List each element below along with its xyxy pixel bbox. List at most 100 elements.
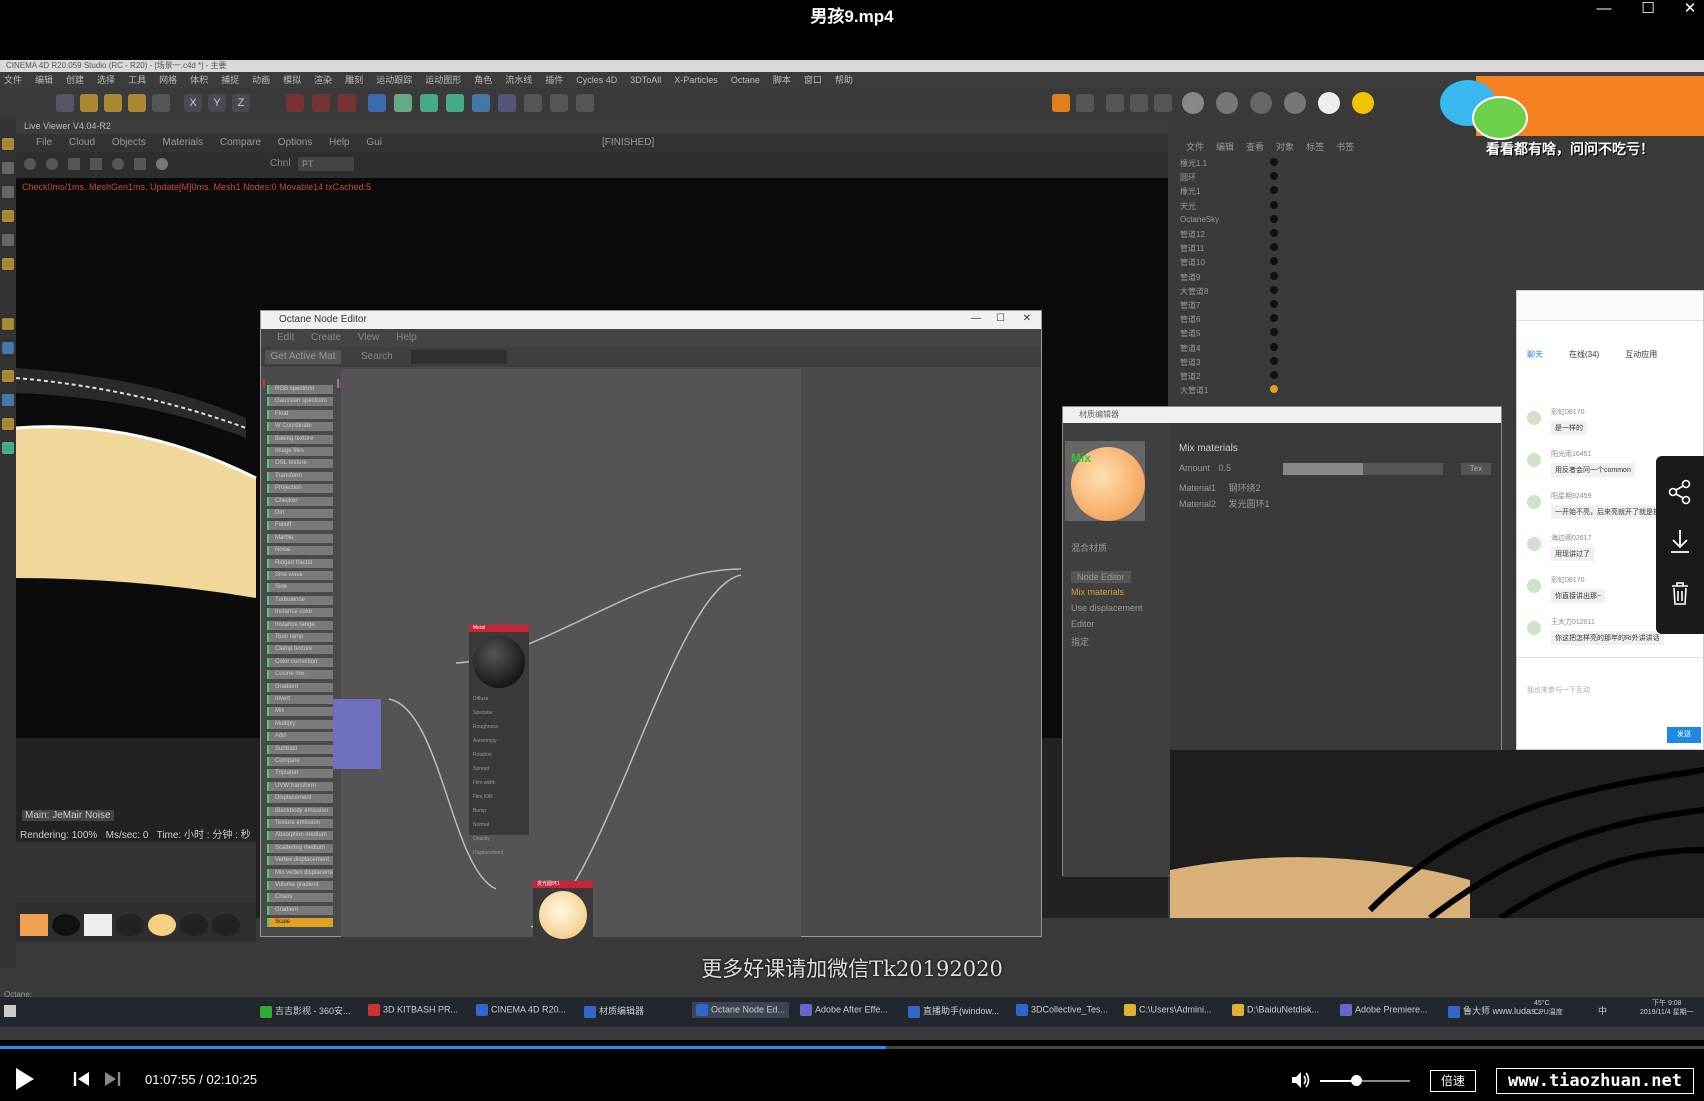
object-row[interactable]: 管道5 — [1180, 328, 1200, 339]
node-canvas[interactable]: Metal Diffuse Specular Roughness Anisotropy… — [333, 369, 801, 941]
taskbar-item[interactable]: 3DCollective_Tes... — [1016, 1004, 1108, 1016]
node-list-item[interactable]: Color correction — [267, 657, 333, 667]
emission-node[interactable]: 发光圆环1 — [533, 881, 593, 941]
texture-node[interactable] — [333, 699, 381, 769]
metal-node[interactable]: Metal Diffuse Specular Roughness Anisotropy… — [469, 625, 529, 856]
timeline[interactable] — [16, 842, 256, 902]
tool-icon[interactable] — [2, 418, 14, 430]
c4d-menu-item[interactable]: 创建 — [66, 75, 84, 85]
c4d-menu-item[interactable]: 动画 — [252, 75, 270, 85]
node-list-item[interactable]: Scattering medium — [267, 843, 333, 853]
target-icon[interactable] — [1318, 92, 1340, 114]
c4d-menu-item[interactable]: 编辑 — [35, 75, 53, 85]
material-tray[interactable] — [16, 902, 256, 942]
node-port[interactable]: Opacity — [469, 832, 529, 846]
node-list-item[interactable]: Texture emission — [267, 819, 333, 828]
ne-menu-edit[interactable]: Edit — [277, 332, 294, 343]
node-list-item[interactable]: Chaos — [267, 893, 333, 903]
node-list-item[interactable]: Turbulence — [267, 595, 333, 605]
taskbar-item[interactable]: 3D KITBASH PR... — [368, 1004, 458, 1016]
node-list-item[interactable]: Triplanar — [267, 769, 333, 779]
video-frame[interactable]: CINEMA 4D R20.059 Studio (RC - R20) - [场… — [0, 60, 1704, 1040]
x-axis-icon[interactable]: X — [184, 94, 202, 112]
mat-swatch[interactable] — [84, 914, 112, 936]
node-port[interactable]: Spread — [469, 762, 529, 776]
object-row[interactable]: 管道4 — [1180, 343, 1200, 354]
object-row[interactable]: OctaneSky — [1180, 215, 1219, 224]
octane-tex-icon[interactable] — [1106, 94, 1124, 112]
om-menu-item[interactable]: 查看 — [1246, 142, 1264, 152]
sphere-preview-icon[interactable] — [156, 158, 168, 170]
volume-knob[interactable] — [1351, 1075, 1362, 1086]
channel-select[interactable]: PT — [298, 157, 354, 171]
node-list-item[interactable]: Absorption medium — [267, 831, 333, 841]
node-port[interactable]: Roughness — [469, 720, 529, 734]
c4d-menu-item[interactable]: 渲染 — [314, 75, 332, 85]
tool-icon[interactable] — [2, 234, 14, 246]
snap-icon[interactable] — [2, 342, 14, 354]
c4d-menu-item[interactable]: 运动跟踪 — [376, 75, 412, 85]
light-icon[interactable] — [550, 94, 568, 112]
ime-indicator[interactable]: 中 — [1598, 1004, 1607, 1017]
node-port[interactable]: Anisotropy — [469, 734, 529, 748]
ne-close-button[interactable]: ✕ — [1023, 313, 1031, 324]
tool-icon[interactable] — [2, 162, 14, 174]
c4d-menu-item[interactable]: 角色 — [474, 75, 492, 85]
tool-icon[interactable] — [2, 442, 14, 454]
node-list-item[interactable]: Instance color — [267, 608, 333, 618]
tex-button[interactable]: Tex — [1461, 463, 1491, 475]
node-list-item[interactable]: Projection — [267, 484, 333, 494]
object-row[interactable]: 管道10 — [1180, 257, 1205, 268]
object-row[interactable]: 管道9 — [1180, 272, 1200, 283]
lv-menu-options[interactable]: Options — [278, 137, 312, 148]
volume-slider[interactable] — [1320, 1075, 1410, 1086]
object-row[interactable]: 管道6 — [1180, 314, 1200, 325]
chat-tab[interactable]: 互动应用 — [1625, 350, 1657, 359]
send-scene-icon[interactable] — [24, 158, 36, 170]
sphere3-icon[interactable] — [1250, 92, 1272, 114]
speed-button[interactable]: 倍速 — [1430, 1070, 1476, 1092]
c4d-menu-item[interactable]: 插件 — [545, 75, 563, 85]
cube-icon[interactable] — [368, 94, 386, 112]
c4d-menu-item[interactable]: 工具 — [128, 75, 146, 85]
me-left-item[interactable]: Editor — [1071, 619, 1095, 629]
amount-slider[interactable] — [1283, 463, 1443, 475]
me-left-item[interactable]: 指定 — [1071, 635, 1089, 648]
taskbar-item[interactable]: D:\BaiduNetdisk... — [1232, 1004, 1319, 1016]
node-list-item[interactable]: Image tiles — [267, 447, 333, 456]
node-list-item[interactable]: Gradient — [267, 682, 333, 692]
node-port[interactable]: Rotation — [469, 748, 529, 762]
node-list-item[interactable]: Volume gradient — [267, 881, 333, 890]
node-list-item[interactable]: Gaussian spectrum — [267, 397, 333, 407]
lv-menu-help[interactable]: Help — [329, 137, 350, 148]
object-row[interactable]: 橡光1 — [1180, 186, 1200, 197]
deformer-icon[interactable] — [446, 94, 464, 112]
node-list-item[interactable]: OSL texture — [267, 459, 333, 469]
c4d-menu-item[interactable]: 选择 — [97, 75, 115, 85]
node-port[interactable]: Specular — [469, 706, 529, 720]
lv-menu-objects[interactable]: Objects — [112, 137, 146, 148]
lv-menu-file[interactable]: File — [36, 137, 52, 148]
object-row[interactable]: 管道11 — [1180, 243, 1204, 254]
node-list-item[interactable]: Sine wave — [267, 571, 333, 580]
node-port[interactable]: Bump — [469, 804, 529, 818]
tool-icon[interactable] — [2, 186, 14, 198]
c4d-menu-item[interactable]: 窗口 — [804, 75, 822, 85]
ne-minimize-button[interactable]: — — [971, 313, 981, 324]
start-icon[interactable] — [4, 1005, 16, 1017]
me-left-item[interactable]: Mix materials — [1071, 587, 1124, 597]
material2-value[interactable]: 发光圆环1 — [1229, 499, 1270, 509]
maximize-button[interactable]: ☐ — [1628, 0, 1668, 20]
om-menu-item[interactable]: 对象 — [1276, 142, 1294, 152]
mat-swatch[interactable] — [180, 914, 208, 936]
lv-menu-cloud[interactable]: Cloud — [69, 137, 95, 148]
node-list-item[interactable]: Invert — [267, 695, 333, 704]
c4d-menu-item[interactable]: 体积 — [190, 75, 208, 85]
node-list-item[interactable]: Falloff — [267, 521, 333, 531]
node-list-item[interactable]: Clamp texture — [267, 645, 333, 655]
node-list-item[interactable]: Noise — [267, 546, 333, 556]
object-row[interactable]: 圆环 — [1180, 172, 1196, 183]
object-row[interactable]: 橡光1.1 — [1180, 158, 1207, 169]
restart-icon[interactable] — [46, 158, 58, 170]
node-list-item[interactable]: Compare — [267, 757, 333, 766]
